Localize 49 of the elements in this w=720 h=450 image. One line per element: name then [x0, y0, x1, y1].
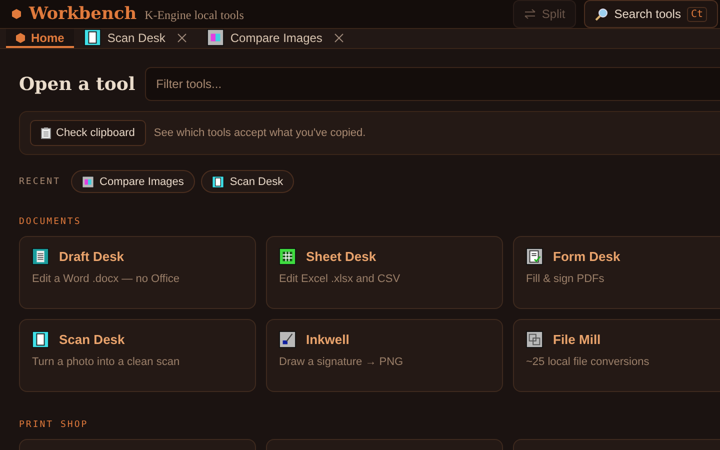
app-logo: Workbench [29, 4, 137, 24]
hexagon-icon [16, 32, 25, 42]
pen-icon [279, 331, 296, 348]
tool-description: Fill & sign PDFs [526, 273, 606, 285]
tool-description: Draw a signature → PNG [279, 356, 404, 368]
recent-label: RECENT [19, 176, 61, 186]
form-check-icon [526, 248, 543, 265]
tab[interactable]: Home [6, 29, 74, 48]
tool-description: Edit Excel .xlsx and CSV [279, 273, 402, 285]
spreadsheet-icon [279, 248, 296, 265]
tool-name: Draft Desk [59, 249, 124, 264]
document-icon [32, 248, 49, 265]
tool-card[interactable]: Inkwell Draw a signature → PNG [266, 319, 503, 392]
swap-arrows-icon [524, 9, 536, 19]
tool-card[interactable]: Sheet Desk Edit Excel .xlsx and CSV [266, 236, 503, 309]
close-icon[interactable] [177, 32, 188, 42]
app-subtitle: K-Engine local tools [144, 8, 244, 23]
tool-description: Edit a Word .docx — no Office [32, 273, 181, 285]
clipboard-icon [41, 127, 51, 139]
tool-description: ~25 local file conversions [526, 356, 650, 368]
check-clipboard-button[interactable]: Check clipboard [30, 120, 146, 146]
tool-card[interactable]: Draft Desk Edit a Word .docx — no Office [19, 236, 256, 309]
scanner-icon [212, 176, 224, 188]
tool-name: Form Desk [553, 249, 620, 264]
tab[interactable]: Compare Images [197, 29, 354, 48]
section-title: PRINT SHOP [19, 420, 88, 430]
section-title: DOCUMENTS [19, 217, 82, 227]
recent-tool-chip[interactable]: Compare Images [70, 170, 195, 193]
tool-name: Sheet Desk [306, 249, 376, 264]
close-icon[interactable] [334, 32, 344, 42]
compare-images-icon [82, 176, 94, 188]
filter-field[interactable]: Filter tools... [145, 67, 720, 101]
tool-name: File Mill [553, 332, 601, 347]
clipboard-hint: See which tools accept what you've copied. [154, 127, 366, 139]
tool-card[interactable]: Form Desk Fill & sign PDFs [513, 236, 720, 309]
tool-card[interactable]: Scan Desk Turn a photo into a clean scan [19, 319, 256, 392]
tool-card[interactable]: File Mill ~25 local file conversions [513, 319, 720, 392]
tool-name: Scan Desk [59, 332, 125, 347]
shortcut-key: Ct [686, 6, 707, 22]
search-tools-button[interactable]: Search tools Ct [584, 0, 718, 28]
tab[interactable]: Scan Desk [74, 29, 198, 48]
page-heading: Open a tool [19, 74, 136, 94]
scanner-icon [32, 331, 49, 348]
recent-tool-chip[interactable]: Scan Desk [200, 170, 294, 193]
hexagon-icon [12, 9, 21, 19]
tool-description: Turn a photo into a clean scan [32, 356, 181, 368]
search-icon [595, 8, 608, 20]
overlapping-squares-icon [526, 331, 543, 348]
tool-name: Inkwell [306, 332, 350, 347]
